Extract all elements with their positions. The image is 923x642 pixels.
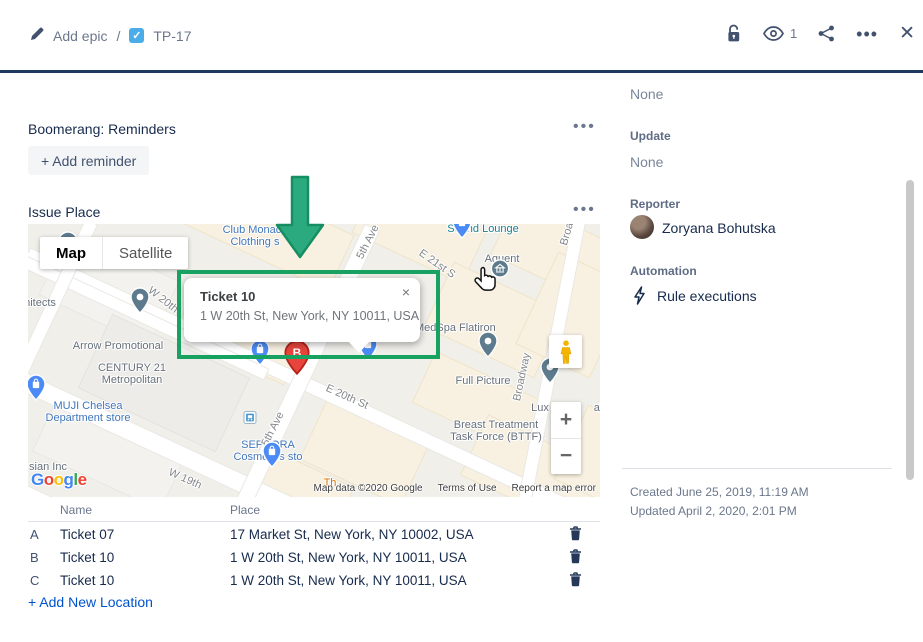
lightning-bolt-icon: [633, 286, 647, 310]
map-marker-shop[interactable]: [250, 339, 270, 371]
issue-key-link[interactable]: TP-17: [153, 28, 191, 44]
reporter-avatar[interactable]: [630, 215, 654, 239]
delete-location-icon[interactable]: [569, 526, 582, 544]
add-new-location-link[interactable]: + Add New Location: [28, 594, 153, 610]
map-info-window: Ticket 10 1 W 20th St, New York, NY 1001…: [184, 278, 420, 342]
map-marker-red-B[interactable]: B: [284, 340, 310, 380]
info-window-title: Ticket 10: [200, 289, 255, 304]
google-logo[interactable]: Google: [31, 470, 87, 490]
topbar-divider: [0, 70, 923, 73]
breadcrumb: Add epic / ✓ TP-17: [30, 27, 192, 44]
share-icon[interactable]: [818, 25, 835, 42]
boomerang-section-title: Boomerang: Reminders: [28, 121, 176, 137]
update-field-value[interactable]: None: [630, 154, 663, 170]
reporter-field-label: Reporter: [630, 197, 680, 211]
location-name: Ticket 07: [60, 527, 114, 542]
sidebar-divider: [622, 468, 892, 469]
location-place: 1 W 20th St, New York, NY 10011, USA: [230, 573, 467, 588]
edit-pencil-icon[interactable]: [30, 27, 44, 44]
boomerang-more-icon[interactable]: •••: [573, 118, 596, 136]
pegman-icon: [559, 340, 573, 364]
location-row: A Ticket 07 17 Market St, New York, NY 100…: [28, 522, 600, 545]
info-window-address: 1 W 20th St, New York, NY 10011, USA: [200, 309, 419, 323]
location-name: Ticket 10: [60, 573, 114, 588]
info-window-close-icon[interactable]: ×: [402, 284, 410, 300]
watch-eye-icon[interactable]: [763, 26, 784, 41]
location-row: C Ticket 10 1 W 20th St, New York, NY 1001…: [28, 568, 600, 591]
location-letter: A: [30, 527, 39, 542]
close-icon[interactable]: ✕: [899, 22, 915, 45]
red-marker-letter: B: [284, 346, 310, 360]
scrollbar-thumb[interactable]: [906, 180, 914, 480]
pegman-control[interactable]: [549, 335, 582, 368]
delete-location-icon[interactable]: [569, 572, 582, 590]
reporter-name[interactable]: Zoryana Bohutska: [662, 220, 776, 236]
field-value-none: None: [630, 86, 663, 102]
terms-of-use-link[interactable]: Terms of Use: [438, 483, 497, 494]
unlock-icon[interactable]: [725, 24, 742, 43]
map-marker-shop[interactable]: [28, 374, 46, 406]
zoom-in-button[interactable]: +: [551, 402, 581, 439]
locations-table-header: Name Place: [28, 502, 600, 522]
issue-place-more-icon[interactable]: •••: [573, 201, 596, 219]
zoom-out-button[interactable]: −: [551, 439, 581, 475]
location-row: B Ticket 10 1 W 20th St, New York, NY 1001…: [28, 545, 600, 568]
map-marker-poi[interactable]: [130, 287, 150, 319]
map-data-credit: Map data ©2020 Google: [313, 483, 422, 494]
update-field-label: Update: [630, 129, 671, 143]
issue-detail-window: Add epic / ✓ TP-17 1 ••• ✕ Boomerang: Re…: [0, 0, 923, 642]
report-map-error-link[interactable]: Report a map error: [512, 483, 596, 494]
map-marker-poi[interactable]: [478, 331, 498, 363]
locations-table-rows: A Ticket 07 17 Market St, New York, NY 100…: [28, 522, 600, 591]
breadcrumb-separator: /: [116, 28, 120, 44]
map-marker-transit[interactable]: [244, 411, 257, 429]
updated-date: Updated April 2, 2020, 2:01 PM: [630, 504, 797, 518]
map-marker-shop[interactable]: [302, 224, 322, 228]
google-map[interactable]: Club Monaco Clothing sSound LoungeAquent…: [28, 224, 600, 497]
topbar: Add epic / ✓ TP-17 1 ••• ✕: [0, 0, 923, 70]
map-type-map-button[interactable]: Map: [40, 237, 103, 269]
map-zoom-control: + −: [551, 402, 581, 474]
add-epic-link[interactable]: Add epic: [53, 28, 107, 44]
location-letter: C: [30, 573, 39, 588]
name-column-header: Name: [60, 503, 92, 517]
map-type-satellite-button[interactable]: Satellite: [103, 237, 188, 269]
map-type-control: Map Satellite: [40, 237, 188, 269]
map-marker-museum[interactable]: [491, 259, 510, 283]
map-attribution: Map data ©2020 Google Terms of Use Repor…: [313, 483, 596, 494]
task-type-icon[interactable]: ✓: [129, 28, 144, 43]
location-place: 1 W 20th St, New York, NY 10011, USA: [230, 550, 467, 565]
more-actions-icon[interactable]: •••: [856, 29, 878, 39]
delete-location-icon[interactable]: [569, 549, 582, 567]
location-letter: B: [30, 550, 39, 565]
location-name: Ticket 10: [60, 550, 114, 565]
map-marker-shop[interactable]: [262, 441, 282, 473]
location-place: 17 Market St, New York, NY 10002, USA: [230, 527, 474, 542]
info-window-tail: [348, 341, 370, 353]
created-date: Created June 25, 2019, 11:19 AM: [630, 485, 809, 499]
place-column-header: Place: [230, 503, 260, 517]
issue-place-section-title: Issue Place: [28, 204, 100, 220]
add-reminder-button[interactable]: + Add reminder: [28, 146, 149, 175]
rule-executions-link[interactable]: Rule executions: [657, 288, 757, 304]
watchers-count: 1: [790, 26, 797, 41]
map-marker-shop[interactable]: [452, 224, 472, 244]
automation-field-label: Automation: [630, 264, 697, 278]
